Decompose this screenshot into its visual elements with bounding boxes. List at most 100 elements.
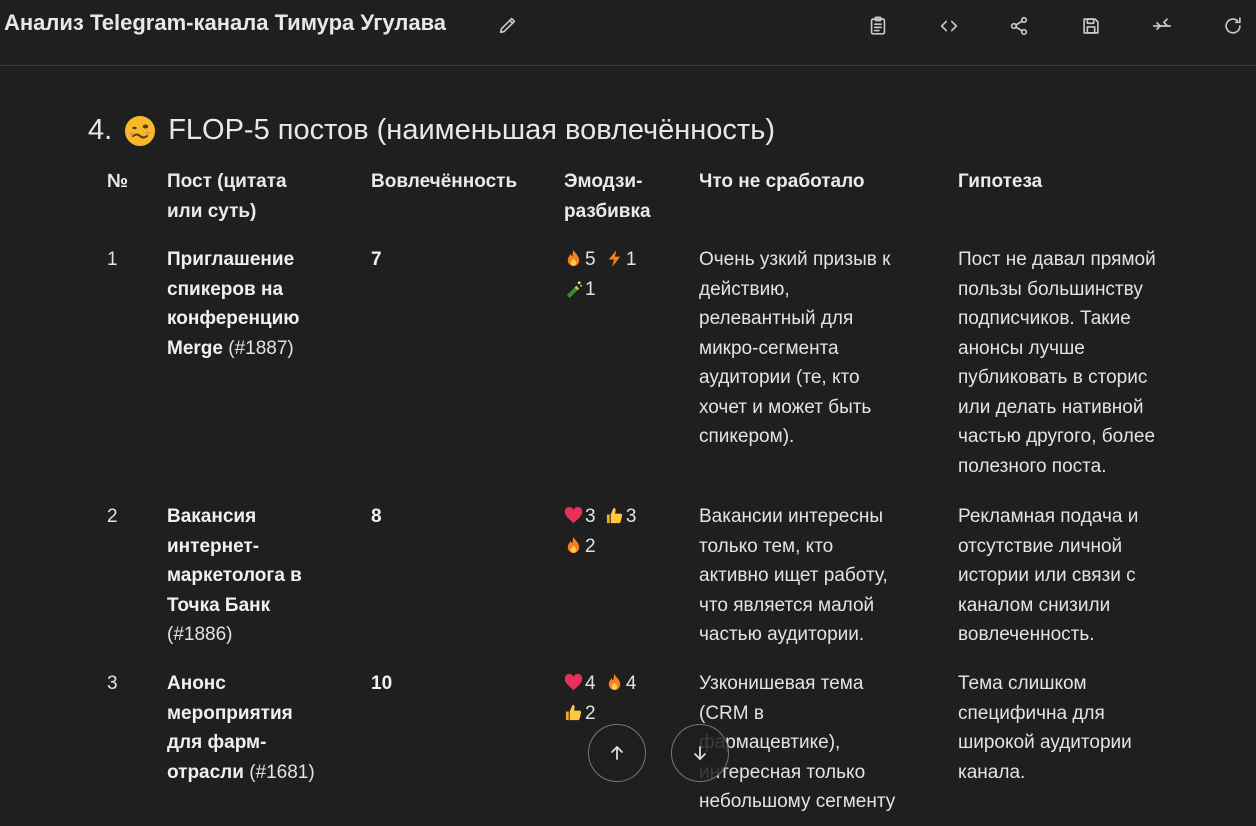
emoji-count: 2	[585, 535, 596, 557]
post-line: мероприятия	[167, 702, 293, 724]
post-line: Merge	[167, 337, 223, 359]
row-2-hypothesis: Рекламная подача и отсутствие личной ист…	[958, 502, 1198, 650]
row-3-failed: Узконишевая тема (CRM в фармацевтике), и…	[699, 669, 929, 817]
text-line: Очень узкий призыв к	[699, 249, 891, 270]
post-line: интернет-	[167, 535, 260, 557]
row-3-post: Анонс мероприятия для фарм- отрасли (#16…	[167, 669, 347, 787]
row-1-hypothesis: Пост не давал прямой пользы большинству …	[958, 245, 1198, 481]
flop-posts-table: № Пост (цитата или суть) Вовлечённость Э…	[0, 0, 1256, 826]
row-2-failed: Вакансии интересны только тем, кто актив…	[699, 502, 929, 650]
post-line: для фарм-	[167, 732, 267, 753]
post-line: Точка Банк	[167, 594, 271, 616]
post-line: отрасли	[167, 761, 244, 783]
post-line: Вакансия	[167, 506, 257, 527]
header-engagement: Вовлечённость	[371, 171, 518, 192]
text-line: публиковать в сторис	[958, 367, 1148, 388]
champagne-emoji	[566, 280, 583, 298]
text-line: спикером).	[699, 426, 795, 447]
row-1-num: 1	[107, 249, 118, 270]
heart-emoji	[564, 673, 583, 691]
text-line: Тема слишком	[958, 673, 1087, 694]
text-line: полезного поста.	[958, 455, 1107, 477]
header-post: Пост (цитата или суть)	[167, 167, 347, 226]
text-line: Рекламная подача и	[958, 506, 1139, 527]
header-emoji-line: разбивка	[564, 200, 651, 222]
text-line: вовлеченность.	[958, 624, 1095, 645]
fire-emoji	[567, 536, 580, 553]
text-line: Пост не давал прямой	[958, 249, 1156, 270]
thumbs-up-emoji	[606, 507, 623, 524]
text-line: канала.	[958, 761, 1026, 783]
emoji-count: 1	[625, 249, 637, 270]
row-1-post: Приглашение спикеров на конференцию Merg…	[167, 245, 347, 363]
post-line: Анонс	[167, 673, 226, 694]
text-line: подписчиков. Такие	[958, 308, 1131, 329]
header-post-line: или суть)	[167, 200, 257, 222]
text-line: интересная только	[699, 761, 866, 783]
text-line: активно ищет работу,	[699, 565, 888, 586]
text-line: пользы большинству	[958, 278, 1143, 300]
row-2-engagement: 8	[371, 506, 382, 527]
row-2-emoji-breakdown: 3 3 2	[564, 502, 674, 561]
header-post-line: Пост (цитата	[167, 171, 287, 192]
text-line: хочет и может быть	[699, 396, 872, 418]
text-line: анонсы лучше	[958, 337, 1085, 359]
text-line: каналом снизили	[958, 594, 1111, 616]
header-emoji: Эмодзи- разбивка	[564, 167, 674, 226]
text-line: действию,	[699, 278, 790, 300]
post-ref: (#1886)	[167, 624, 233, 645]
text-line: небольшому сегменту	[699, 791, 896, 812]
post-line: маркетолога в	[167, 565, 302, 586]
arrow-up-icon	[611, 746, 623, 760]
row-3-num: 3	[107, 673, 118, 694]
post-line: спикеров на	[167, 278, 284, 300]
thumbs-up-emoji	[565, 704, 582, 720]
emoji-count: 4	[625, 673, 637, 694]
text-line: аудитории (те, кто	[699, 367, 860, 388]
header-num: №	[107, 171, 129, 192]
arrow-down-icon	[694, 746, 706, 760]
text-line: фармацевтике),	[699, 732, 841, 753]
text-line: (CRM в	[699, 702, 764, 724]
text-line: частью аудитории.	[699, 624, 865, 645]
row-1-engagement: 7	[371, 249, 382, 270]
text-line: Вакансии интересны	[699, 506, 883, 527]
row-3-emoji-breakdown: 4 4 2	[564, 669, 674, 728]
row-1-failed: Очень узкий призыв к действию, релевантн…	[699, 245, 929, 452]
text-line: микро-сегмента	[699, 337, 839, 359]
fire-emoji	[608, 673, 621, 691]
header-emoji-line: Эмодзи-	[564, 171, 643, 192]
post-ref: (#1681)	[243, 761, 315, 783]
scroll-up-button[interactable]	[588, 724, 646, 782]
emoji-count: 2	[585, 702, 596, 724]
fire-emoji	[567, 249, 580, 267]
emoji-count: 3	[585, 506, 596, 527]
header-hypothesis: Гипотеза	[958, 171, 1043, 192]
row-1-emoji-breakdown: 5 1 1	[564, 245, 674, 304]
text-line: только тем, кто	[699, 535, 834, 557]
text-line: специфична для	[958, 702, 1105, 724]
header-failed: Что не сработало	[699, 171, 865, 192]
row-2-post: Вакансия интернет- маркетолога в Точка Б…	[167, 502, 347, 650]
row-3-engagement: 10	[371, 673, 393, 694]
text-line: отсутствие личной	[958, 535, 1123, 557]
post-line: Приглашение	[167, 249, 295, 270]
row-2-num: 2	[107, 506, 118, 527]
row-3-hypothesis: Тема слишком специфична для широкой ауди…	[958, 669, 1198, 787]
emoji-count: 3	[625, 506, 637, 527]
emoji-count: 4	[585, 673, 596, 694]
scroll-down-button[interactable]	[671, 724, 729, 782]
text-line: или делать нативной	[958, 396, 1144, 418]
post-ref: (#1887)	[222, 337, 294, 359]
text-line: частью другого, более	[958, 426, 1156, 447]
post-line: конференцию	[167, 308, 300, 329]
heart-emoji	[564, 506, 583, 524]
text-line: истории или связи с	[958, 565, 1136, 586]
emoji-count: 5	[585, 249, 596, 270]
text-line: что является малой	[699, 594, 875, 616]
text-line: Узконишевая тема	[699, 673, 864, 694]
text-line: широкой аудитории	[958, 732, 1132, 753]
lightning-emoji	[608, 249, 621, 268]
text-line: релевантный для	[699, 308, 854, 329]
emoji-count: 1	[585, 278, 596, 300]
